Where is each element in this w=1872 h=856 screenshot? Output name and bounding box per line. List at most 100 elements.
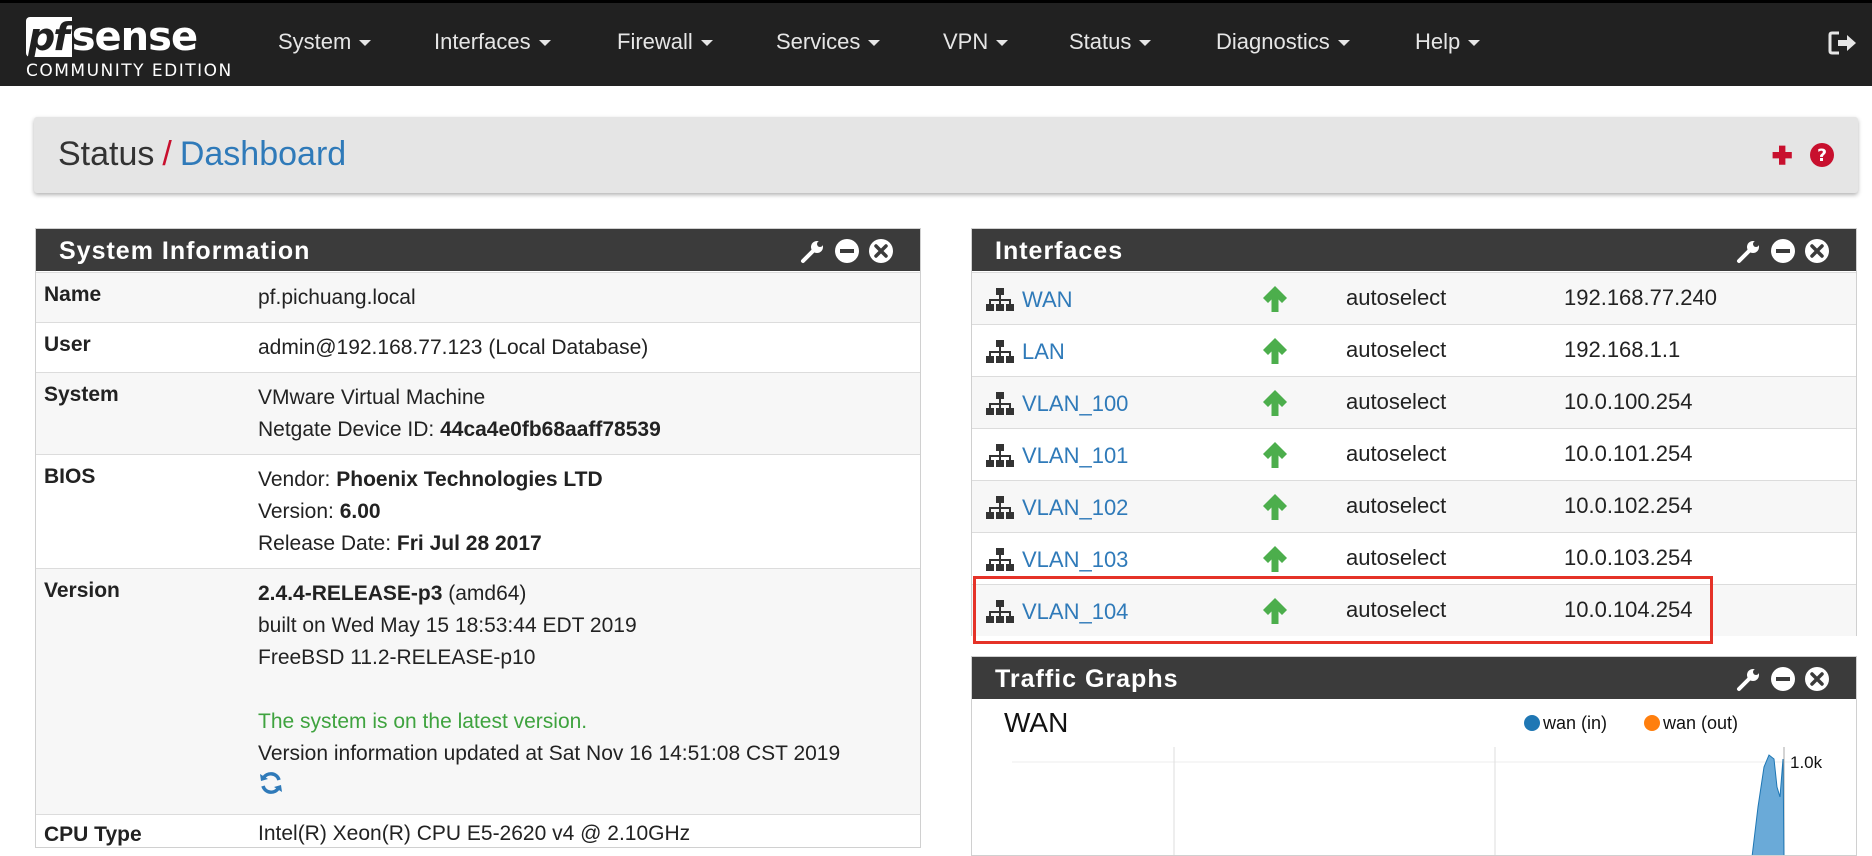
pfsense-logo[interactable]: pf sense COMMUNITY EDITION: [26, 13, 236, 83]
interface-media: autoselect: [1346, 441, 1447, 466]
network-icon: [986, 496, 1014, 519]
bios-vendor-label: Vendor:: [258, 468, 337, 491]
legend-swatch: [1524, 715, 1540, 731]
caret-down-icon: [1468, 40, 1481, 47]
bios-release-label: Release Date:: [258, 532, 397, 555]
nav-interfaces-menu[interactable]: Interfaces: [434, 29, 551, 55]
bios-release-value: Fri Jul 28 2017: [396, 532, 542, 555]
interface-name-link[interactable]: VLAN_101: [1022, 443, 1128, 469]
device-id-line: Netgate Device ID: 44ca4e0fb68aaff78539: [258, 414, 661, 446]
interface-row-vlan_101: VLAN_101 autoselect 10.0.101.254: [972, 428, 1856, 480]
widget-header: Traffic Graphs: [972, 657, 1856, 699]
nav-item-label: Firewall: [617, 29, 693, 54]
interface-name-link[interactable]: VLAN_103: [1022, 547, 1128, 573]
wrench-icon[interactable]: [1736, 666, 1762, 692]
row-value: Intel(R) Xeon(R) CPU E5-2620 v4 @ 2.10GH…: [258, 818, 690, 850]
breadcrumb-separator: /: [162, 135, 172, 173]
wrench-icon[interactable]: [1736, 238, 1762, 264]
nav-item-label: Services: [776, 29, 861, 54]
bios-version-label: Version:: [258, 500, 340, 523]
row-value: admin@192.168.77.123 (Local Database): [258, 332, 648, 364]
network-icon: [986, 392, 1014, 415]
sign-out-icon[interactable]: [1828, 29, 1858, 57]
traffic-chart: [1012, 747, 1794, 855]
wrench-icon[interactable]: [800, 238, 826, 264]
device-id-value: 44ca4e0fb68aaff78539: [440, 418, 661, 441]
plus-icon[interactable]: [1768, 141, 1796, 169]
nav-item-label: Interfaces: [434, 29, 531, 54]
arrow-up-status-icon: [1263, 286, 1287, 312]
version-updated-line: Version information updated at Sat Nov 1…: [258, 742, 841, 765]
interface-row-vlan_102: VLAN_102 autoselect 10.0.102.254: [972, 480, 1856, 532]
times-circle-icon[interactable]: [868, 238, 894, 264]
table-row: BIOS Vendor: Phoenix Technologies LTD Ve…: [36, 454, 920, 568]
caret-down-icon: [996, 40, 1009, 47]
version-arch: (amd64): [442, 582, 527, 605]
nav-help-menu[interactable]: Help: [1415, 29, 1481, 55]
minus-circle-icon[interactable]: [1770, 666, 1796, 692]
minus-circle-icon[interactable]: [1770, 238, 1796, 264]
arrow-up-status-icon: [1263, 442, 1287, 468]
system-information-widget: System Information Name pf.pichuang.loca…: [35, 228, 921, 848]
nav-status-menu[interactable]: Status: [1069, 29, 1152, 55]
legend-wan-in[interactable]: wan (in): [1524, 713, 1607, 734]
device-id-label: Netgate Device ID:: [258, 418, 441, 441]
nav-item-label: Help: [1415, 29, 1461, 54]
arrow-up-status-icon: [1263, 494, 1287, 520]
nav-diagnostics-menu[interactable]: Diagnostics: [1216, 29, 1350, 55]
widget-header: Interfaces: [972, 229, 1856, 271]
cpu-type-value: Intel(R) Xeon(R) CPU E5-2620 v4 @ 2.10GH…: [258, 822, 691, 845]
page-header: Status / Dashboard ?: [34, 117, 1858, 193]
refresh-line: [258, 770, 840, 802]
breadcrumb-current[interactable]: Dashboard: [180, 135, 346, 173]
minus-circle-icon[interactable]: [834, 238, 860, 264]
caret-down-icon: [700, 40, 713, 47]
interface-media: autoselect: [1346, 493, 1447, 518]
wan-in-area: [1751, 754, 1785, 855]
traffic-graphs-widget: Traffic Graphs WAN wan (in) wan (out) 1.…: [971, 656, 1857, 856]
row-label: System: [44, 383, 119, 406]
nav-firewall-menu[interactable]: Firewall: [617, 29, 713, 55]
widget-title: Interfaces: [995, 237, 1124, 265]
nav-item-label: Status: [1069, 29, 1132, 54]
interface-name-link[interactable]: LAN: [1022, 339, 1065, 365]
breadcrumb-parent: Status: [58, 135, 155, 173]
version-built-line: built on Wed May 15 18:53:44 EDT 2019: [258, 614, 637, 637]
legend-wan-out[interactable]: wan (out): [1644, 713, 1738, 734]
arrow-up-status-icon: [1263, 546, 1287, 572]
graph-title: WAN: [1004, 707, 1069, 738]
interface-media: autoselect: [1346, 285, 1447, 310]
version-status-text: The system is on the latest version.: [258, 710, 588, 733]
breadcrumb: Status / Dashboard: [58, 135, 346, 174]
caret-down-icon: [868, 40, 881, 47]
question-circle-icon[interactable]: ?: [1808, 141, 1836, 169]
nav-item-label: System: [278, 29, 352, 54]
refresh-icon[interactable]: [258, 770, 284, 796]
interface-ip: 10.0.100.254: [1564, 389, 1693, 414]
interface-ip: 192.168.77.240: [1564, 285, 1717, 310]
interface-name-link[interactable]: WAN: [1022, 287, 1073, 313]
interface-media: autoselect: [1346, 545, 1447, 570]
table-row: User admin@192.168.77.123 (Local Databas…: [36, 322, 920, 372]
caret-down-icon: [359, 40, 372, 47]
interface-ip: 10.0.103.254: [1564, 545, 1693, 570]
interface-name-link[interactable]: VLAN_102: [1022, 495, 1128, 521]
nav-system-menu[interactable]: System: [278, 29, 372, 55]
interface-name-link[interactable]: VLAN_100: [1022, 391, 1128, 417]
legend-swatch: [1644, 715, 1660, 731]
nav-services-menu[interactable]: Services: [776, 29, 881, 55]
logo-pf-text: pf: [26, 17, 72, 57]
bios-release-line: Release Date: Fri Jul 28 2017: [258, 528, 603, 560]
times-circle-icon[interactable]: [1804, 238, 1830, 264]
y-tick-label: 1.0k: [1790, 753, 1823, 772]
nav-vpn-menu[interactable]: VPN: [943, 29, 1009, 55]
table-row: Name pf.pichuang.local: [36, 272, 920, 322]
times-circle-icon[interactable]: [1804, 666, 1830, 692]
row-value: pf.pichuang.local: [258, 282, 416, 314]
bios-vendor-value: Phoenix Technologies LTD: [336, 468, 603, 491]
interface-ip: 10.0.102.254: [1564, 493, 1693, 518]
caret-down-icon: [1139, 40, 1152, 47]
caret-down-icon: [538, 40, 551, 47]
widget-title: Traffic Graphs: [995, 665, 1179, 693]
